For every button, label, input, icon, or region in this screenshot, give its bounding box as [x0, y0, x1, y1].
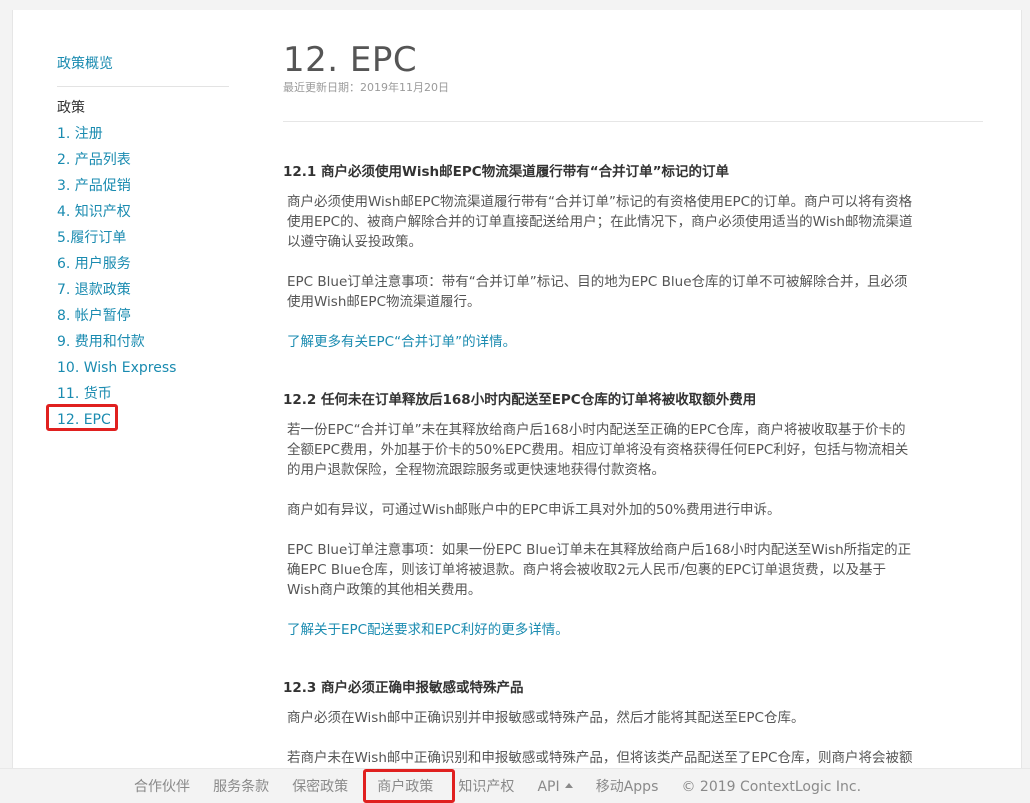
- sidebar-item-customer-service: 6. 用户服务: [57, 250, 229, 276]
- sidebar-link[interactable]: 1. 注册: [57, 126, 103, 142]
- sidebar-link[interactable]: 11. 货币: [57, 386, 112, 402]
- sidebar-link[interactable]: 9. 费用和付款: [57, 334, 145, 350]
- footer-link-api: API: [537, 779, 560, 795]
- sidebar-item-refund: 7. 退款政策: [57, 276, 229, 302]
- section-title: 12.3 商户必须正确申报敏感或特殊产品: [283, 680, 524, 696]
- section-title: 12.1 商户必须使用Wish邮EPC物流渠道履行带有“合并订单”标记的订单: [283, 164, 729, 180]
- paragraph: 商户必须在Wish邮中正确识别并申报敏感或特殊产品，然后才能将其配送至EPC仓库…: [283, 708, 983, 728]
- learn-more-link[interactable]: 了解更多有关EPC“合并订单”的详情。: [283, 332, 983, 352]
- sidebar-item-currency: 11. 货币: [57, 380, 229, 406]
- footer-link-ip[interactable]: 知识产权: [458, 777, 514, 797]
- sidebar-overview-link[interactable]: 政策概览: [57, 54, 229, 74]
- paragraph: 商户如有异议，可通过Wish邮账户中的EPC申诉工具对外加的50%费用进行申诉。: [283, 500, 983, 520]
- caret-up-icon: [564, 783, 573, 788]
- paragraph-line: 使用Wish邮EPC物流渠道履行。: [287, 294, 481, 310]
- sidebar-item-ip: 4. 知识产权: [57, 198, 229, 224]
- section-12-1: 12.1 商户必须使用Wish邮EPC物流渠道履行带有“合并订单”标记的订单 商…: [283, 162, 983, 352]
- highlight-box: [363, 769, 456, 803]
- policy-sidebar: 政策概览 政策 1. 注册 2. 产品列表 3. 产品促销 4. 知识产权 5.…: [46, 54, 229, 432]
- paragraph-line: EPC Blue订单注意事项：带有“合并订单”标记、目的地为EPC Blue仓库…: [287, 274, 908, 290]
- sidebar-item-fulfillment: 5.履行订单: [57, 224, 229, 250]
- paragraph-line: 若一份EPC“合并订单”未在其释放给商户后168小时内配送至正确的EPC仓库，商…: [287, 422, 906, 438]
- title-divider: [283, 121, 983, 122]
- sidebar-link[interactable]: 6. 用户服务: [57, 256, 131, 272]
- policy-content: 12. EPC 最近更新日期：2019年11月20日 12.1 商户必须使用Wi…: [283, 40, 983, 768]
- sidebar-link[interactable]: 7. 退款政策: [57, 282, 131, 298]
- site-footer: 合作伙伴 服务条款 保密政策 商户政策 知识产权 API 移动Apps © 20…: [0, 768, 1030, 803]
- sidebar-list: 1. 注册 2. 产品列表 3. 产品促销 4. 知识产权 5.履行订单 6. …: [46, 120, 229, 432]
- paragraph-line: 以遵守确认妥投政策。: [287, 234, 422, 250]
- sidebar-item-epc: 12. EPC: [46, 404, 229, 432]
- sidebar-divider: [57, 86, 229, 87]
- paragraph-line: 若商户未在Wish邮中正确识别和申报敏感或特殊产品，但将该类产品配送至了EPC仓…: [287, 750, 913, 766]
- sidebar-link[interactable]: 3. 产品促销: [57, 178, 131, 194]
- footer-item-merchant-policy: 商户政策: [363, 769, 456, 803]
- last-updated: 最近更新日期：2019年11月20日: [283, 81, 449, 94]
- footer-copyright: © 2019 ContextLogic Inc.: [681, 779, 862, 795]
- paragraph: 若商户未在Wish邮中正确识别和申报敏感或特殊产品，但将该类产品配送至了EPC仓…: [283, 748, 983, 768]
- learn-more-link[interactable]: 了解关于EPC配送要求和EPC利好的更多详情。: [283, 620, 983, 640]
- section-12-2: 12.2 任何未在订单释放后168小时内配送至EPC仓库的订单将被收取额外费用 …: [283, 390, 983, 640]
- sidebar-link[interactable]: 2. 产品列表: [57, 152, 131, 168]
- sidebar-link[interactable]: 4. 知识产权: [57, 204, 131, 220]
- paragraph: 商户必须使用Wish邮EPC物流渠道履行带有“合并订单”标记的有资格使用EPC的…: [283, 192, 983, 252]
- section-12-3: 12.3 商户必须正确申报敏感或特殊产品 商户必须在Wish邮中正确识别并申报敏…: [283, 678, 983, 768]
- paragraph-line: 全额EPC费用，外加基于价卡的50%EPC费用。相应订单将没有资格获得任何EPC…: [287, 442, 909, 458]
- sidebar-item-wish-express: 10. Wish Express: [57, 354, 229, 380]
- sidebar-link[interactable]: 5.履行订单: [57, 230, 126, 246]
- sidebar-link[interactable]: 8. 帐户暂停: [57, 308, 131, 324]
- paragraph-line: 商户必须在Wish邮中正确识别并申报敏感或特殊产品，然后才能将其配送至EPC仓库…: [287, 710, 805, 726]
- sidebar-link[interactable]: 10. Wish Express: [57, 360, 176, 376]
- sidebar-item-promotion: 3. 产品促销: [57, 172, 229, 198]
- footer-api-dropdown[interactable]: API: [537, 777, 573, 797]
- paragraph-line: EPC Blue订单注意事项：如果一份EPC Blue订单未在其释放给商户后16…: [287, 542, 912, 558]
- paragraph: 若一份EPC“合并订单”未在其释放给商户后168小时内配送至正确的EPC仓库，商…: [283, 420, 983, 480]
- paragraph-line: 商户如有异议，可通过Wish邮账户中的EPC申诉工具对外加的50%费用进行申诉。: [287, 502, 781, 518]
- sidebar-heading: 政策: [57, 100, 85, 116]
- paragraph-line: 使用EPC的、被商户解除合并的订单直接配送给用户；在此情况下，商户必须使用适当的…: [287, 214, 913, 230]
- paragraph-line: Wish商户政策的其他相关费用。: [287, 582, 482, 598]
- paragraph: EPC Blue订单注意事项：如果一份EPC Blue订单未在其释放给商户后16…: [283, 540, 983, 600]
- footer-link-terms[interactable]: 服务条款: [213, 777, 269, 797]
- footer-link-privacy[interactable]: 保密政策: [292, 777, 348, 797]
- footer-link-partners[interactable]: 合作伙伴: [134, 777, 190, 797]
- sidebar-item-product-listing: 2. 产品列表: [57, 146, 229, 172]
- paragraph-line: 确EPC Blue仓库，则该订单将被退款。商户将会被收取2元人民币/包裹的EPC…: [287, 562, 886, 578]
- page-title: 12. EPC: [283, 40, 418, 80]
- paragraph-line: 的用户退款保险，全程物流跟踪服务或更快速地获得付款资格。: [287, 462, 665, 478]
- sidebar-item-registration: 1. 注册: [57, 120, 229, 146]
- footer-link-mobile-apps[interactable]: 移动Apps: [596, 777, 659, 797]
- paragraph-line: 商户必须使用Wish邮EPC物流渠道履行带有“合并订单”标记的有资格使用EPC的…: [287, 194, 913, 210]
- paragraph: EPC Blue订单注意事项：带有“合并订单”标记、目的地为EPC Blue仓库…: [283, 272, 983, 312]
- page-container: 政策概览 政策 1. 注册 2. 产品列表 3. 产品促销 4. 知识产权 5.…: [12, 10, 1022, 770]
- footer-links: 合作伙伴 服务条款 保密政策 商户政策 知识产权 API 移动Apps © 20…: [134, 769, 879, 803]
- sidebar-item-suspension: 8. 帐户暂停: [57, 302, 229, 328]
- highlight-box: [46, 404, 118, 431]
- sidebar-item-fees: 9. 费用和付款: [57, 328, 229, 354]
- section-title: 12.2 任何未在订单释放后168小时内配送至EPC仓库的订单将被收取额外费用: [283, 392, 757, 408]
